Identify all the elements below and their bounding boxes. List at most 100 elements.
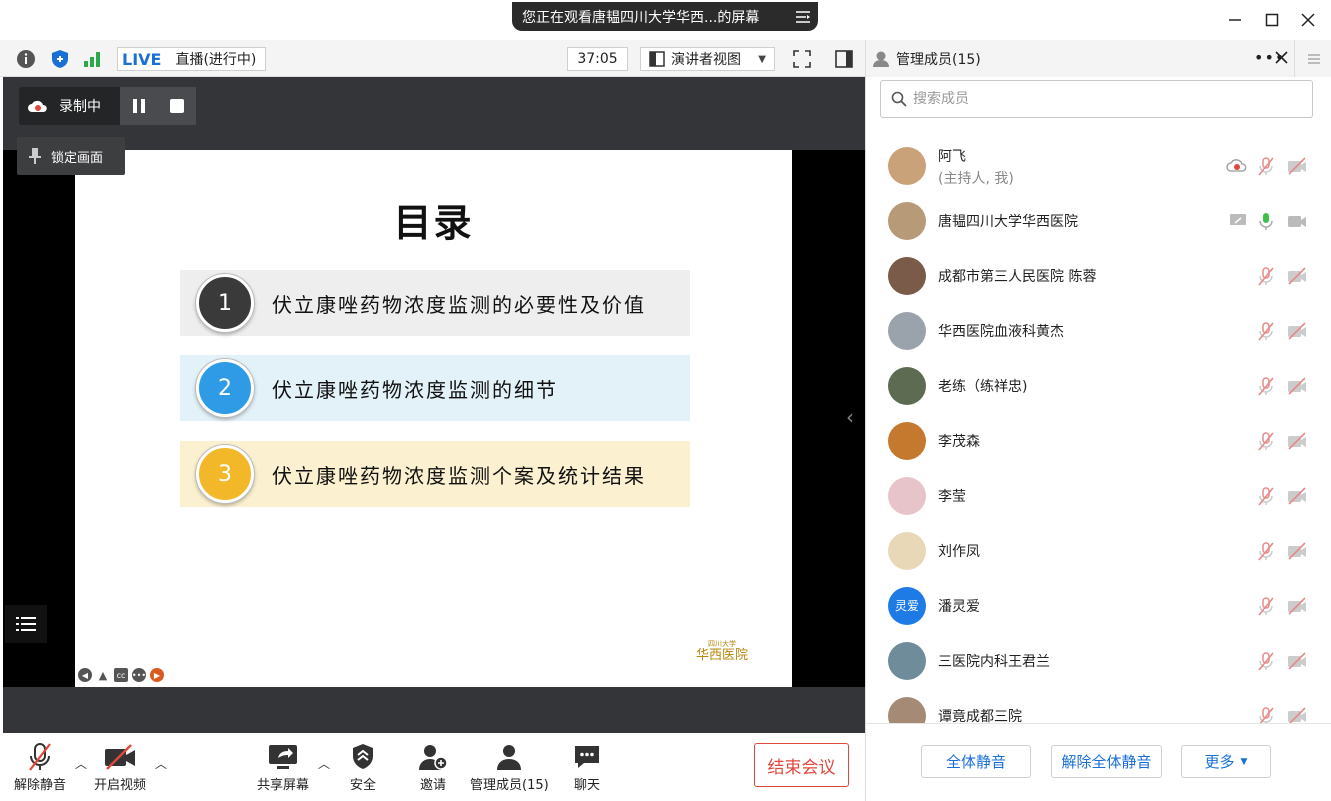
shield-icon[interactable] <box>49 48 71 70</box>
meeting-timer: 37:05 <box>567 47 628 71</box>
sidebar-toggle-icon[interactable] <box>833 48 855 70</box>
camera-off-icon[interactable] <box>1286 652 1308 670</box>
pause-recording-button[interactable] <box>120 87 158 125</box>
camera-off-icon[interactable] <box>1286 432 1308 450</box>
close-panel-icon[interactable] <box>1275 51 1288 64</box>
live-status[interactable]: LIVE 直播(进行中) <box>117 47 266 71</box>
forward-icon[interactable]: ▶ <box>150 668 164 682</box>
search-input[interactable] <box>913 91 1293 107</box>
mute-all-button[interactable]: 全体静音 <box>921 745 1031 778</box>
maximize-icon[interactable] <box>1262 10 1282 30</box>
chat-label: 聊天 <box>573 778 600 793</box>
camera-off-icon[interactable] <box>1286 267 1308 285</box>
cc-icon[interactable]: cc <box>114 668 128 682</box>
member-row[interactable]: 老练（练祥忠) <box>866 358 1331 413</box>
lock-view-button[interactable]: 锁定画面 <box>17 137 125 175</box>
meeting-controls: 解除静音 ︿ 开启视频 ︿ 共享屏幕 ︿ 安全 邀请 管理成员(15) 聊天 结… <box>0 733 865 801</box>
pin-icon <box>29 147 41 165</box>
slide-controls[interactable]: ◀ ▲ cc ••• ▶ <box>78 668 164 682</box>
member-name: 谭竟成都三院 <box>938 709 1022 723</box>
share-menu-icon[interactable] <box>788 10 818 24</box>
pen-icon[interactable]: ▲ <box>96 668 110 682</box>
meeting-toolbar: LIVE 直播(进行中) 37:05 演讲者视图 ▼ <box>0 40 865 77</box>
member-row[interactable]: 李莹 <box>866 468 1331 523</box>
camera-off-icon[interactable] <box>1286 157 1308 175</box>
invite-label: 邀请 <box>419 778 446 793</box>
chevron-down-icon: ▼ <box>758 53 766 65</box>
hospital-logo: 四川大学 华西医院 <box>687 640 757 666</box>
mic-muted-icon[interactable] <box>1256 156 1276 176</box>
mic-muted-icon[interactable] <box>1256 541 1276 561</box>
signal-icon[interactable] <box>81 48 103 70</box>
security-button[interactable]: 安全 <box>350 740 376 793</box>
unmute-button[interactable]: 解除静音 <box>14 740 66 793</box>
mic-muted-icon[interactable] <box>1256 651 1276 671</box>
presentation-slide: 目录 1 伏立康唑药物浓度监测的必要性及价值 2 伏立康唑药物浓度监测的细节 3… <box>75 150 792 687</box>
camera-off-icon[interactable] <box>1286 707 1308 723</box>
camera-off-icon[interactable] <box>1286 597 1308 615</box>
mic-muted-icon[interactable] <box>1256 376 1276 396</box>
mic-muted-icon[interactable] <box>1256 706 1276 723</box>
slide-item-text: 伏立康唑药物浓度监测的细节 <box>272 377 558 402</box>
member-row[interactable]: 李茂森 <box>866 413 1331 468</box>
slide-item-number: 1 <box>196 274 254 332</box>
stop-recording-button[interactable] <box>158 87 196 125</box>
slide-item-number: 3 <box>196 445 254 503</box>
camera-off-icon[interactable] <box>1286 322 1308 340</box>
more-icon[interactable]: ••• <box>132 668 146 682</box>
minimize-icon[interactable] <box>1225 10 1245 30</box>
manage-members-button[interactable]: 管理成员(15) <box>470 740 549 793</box>
invite-button[interactable]: 邀请 <box>417 740 449 793</box>
camera-icon[interactable] <box>1286 212 1308 230</box>
end-meeting-button[interactable]: 结束会议 <box>754 743 849 787</box>
more-button[interactable]: 更多 ▼ <box>1181 745 1271 778</box>
member-row[interactable]: 三医院内科王君兰 <box>866 633 1331 688</box>
close-icon[interactable] <box>1298 10 1318 30</box>
mic-muted-icon[interactable] <box>1256 266 1276 286</box>
member-name: 李莹 <box>938 489 966 505</box>
fullscreen-icon[interactable] <box>791 48 813 70</box>
member-row[interactable]: 华西医院血液科黄杰 <box>866 303 1331 358</box>
member-row[interactable]: 谭竟成都三院 <box>866 688 1331 723</box>
mic-muted-icon[interactable] <box>1256 486 1276 506</box>
share-screen-label: 共享屏幕 <box>257 778 310 793</box>
mic-muted-icon[interactable] <box>1256 431 1276 451</box>
member-row[interactable]: 灵爱 潘灵爱 <box>866 578 1331 633</box>
back-icon[interactable]: ◀ <box>78 668 92 682</box>
camera-off-icon[interactable] <box>1286 487 1308 505</box>
camera-off-icon[interactable] <box>1286 377 1308 395</box>
share-banner[interactable]: 您正在观看唐韫四川大学华西...的屏幕 <box>512 2 818 31</box>
member-icon <box>872 50 890 68</box>
member-row[interactable]: 唐韫四川大学华西医院 <box>866 193 1331 248</box>
member-name: 老练（练祥忠) <box>938 379 1028 395</box>
chat-button[interactable]: 聊天 <box>573 740 601 793</box>
info-icon[interactable] <box>15 48 37 70</box>
live-status-text: 直播(进行中) <box>175 52 257 68</box>
member-row[interactable]: 阿飞 (主持人, 我) <box>866 138 1331 193</box>
member-search[interactable] <box>880 80 1313 118</box>
share-screen-button[interactable]: 共享屏幕 <box>257 740 309 793</box>
mic-muted-icon[interactable] <box>1256 321 1276 341</box>
search-icon <box>891 91 907 107</box>
chevron-up-icon[interactable]: ︿ <box>318 755 330 772</box>
member-row[interactable]: 刘作凤 <box>866 523 1331 578</box>
lock-view-label: 锁定画面 <box>51 150 104 166</box>
chevron-up-icon[interactable]: ︿ <box>75 755 87 772</box>
recording-status: 录制中 <box>19 96 120 116</box>
slide-item-1: 1 伏立康唑药物浓度监测的必要性及价值 <box>180 270 690 336</box>
mic-muted-icon[interactable] <box>1256 596 1276 616</box>
cloud-record-icon <box>1226 157 1248 173</box>
mic-on-icon[interactable] <box>1256 211 1276 231</box>
camera-off-icon[interactable] <box>1286 542 1308 560</box>
chevron-up-icon[interactable]: ︿ <box>155 755 167 772</box>
recording-bar: 录制中 <box>19 87 196 125</box>
chat-icon <box>573 740 601 774</box>
member-row[interactable]: 成都市第三人民医院 陈蓉 <box>866 248 1331 303</box>
unmute-all-button[interactable]: 解除全体静音 <box>1051 745 1162 778</box>
speaker-view-icon <box>649 51 665 67</box>
chevron-left-icon[interactable]: ‹ <box>846 405 854 429</box>
panel-menu-icon[interactable] <box>1294 40 1331 77</box>
start-video-button[interactable]: 开启视频 <box>94 740 146 793</box>
view-mode-select[interactable]: 演讲者视图 ▼ <box>640 47 775 71</box>
list-icon[interactable] <box>5 605 47 643</box>
